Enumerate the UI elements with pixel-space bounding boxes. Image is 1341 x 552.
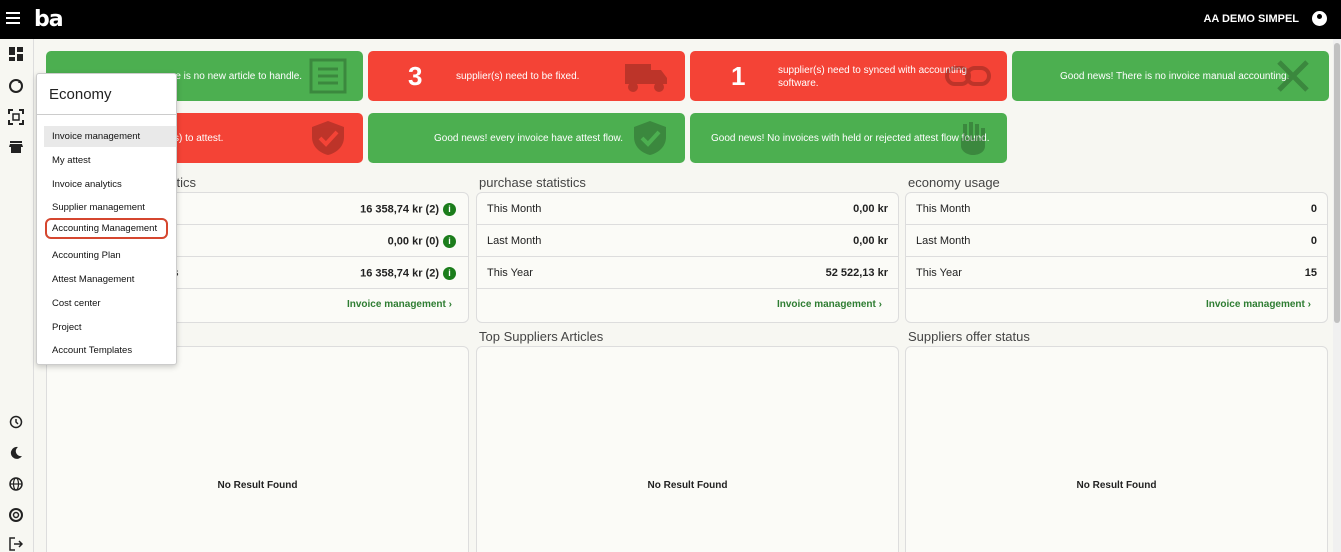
card-text: Good news! There is no invoice manual ac… — [1060, 71, 1290, 82]
dashboard-icon[interactable] — [7, 47, 25, 65]
globe-icon[interactable] — [7, 477, 25, 495]
history-icon[interactable] — [7, 415, 25, 433]
scrollbar-thumb[interactable] — [1334, 43, 1340, 323]
card-text: re is no new article to handle. — [172, 71, 303, 82]
stats-value: 0,00 kr (0) i — [388, 235, 456, 248]
menu-icon[interactable] — [6, 12, 20, 26]
chevron-right-icon: › — [1307, 299, 1311, 310]
purchase-stats-title: purchase statistics — [479, 175, 586, 190]
invoice-management-link[interactable]: Invoice management › — [347, 299, 452, 310]
stats-label: This Year — [487, 267, 533, 279]
menu-item-project[interactable]: Project — [44, 317, 176, 338]
sync-icon[interactable] — [7, 78, 25, 96]
held-rejected-card[interactable]: Good news! No invoices with held or reje… — [690, 113, 1007, 163]
top-suppliers-title: Top Suppliers Articles — [479, 329, 604, 344]
chevron-right-icon: › — [878, 299, 882, 310]
stats-value: 0,00 kr — [853, 235, 888, 247]
stats-row: This Month 0,00 kr — [477, 193, 898, 225]
stats-row: Last Month 0,00 kr — [477, 225, 898, 257]
logout-icon[interactable] — [7, 537, 25, 552]
stats-label: This Month — [487, 203, 542, 215]
stats-label: This Year — [916, 267, 962, 279]
menu-item-my-attest[interactable]: My attest — [44, 150, 176, 171]
attest-flow-card[interactable]: Good news! every invoice have attest flo… — [368, 113, 685, 163]
stats-row: Last Month 0 — [906, 225, 1327, 257]
stats-row: This Year 52 522,13 kr — [477, 257, 898, 289]
economy-usage-panel: This Month 0 Last Month 0 This Year 15 I… — [905, 192, 1328, 323]
no-result-text: No Result Found — [217, 480, 298, 491]
card-text: Good news! every invoice have attest flo… — [434, 133, 623, 144]
link-icon — [945, 66, 991, 86]
left-sidebar — [0, 39, 34, 552]
stats-value: 0,00 kr — [853, 203, 888, 215]
menu-item-invoice-analytics[interactable]: Invoice analytics — [44, 174, 176, 195]
support-icon[interactable] — [7, 508, 25, 526]
tools-icon — [1277, 60, 1309, 92]
purchase-stats-panel: This Month 0,00 kr Last Month 0,00 kr Th… — [476, 192, 899, 323]
menu-item-cost-center[interactable]: Cost center — [44, 293, 176, 314]
menu-item-supplier-management[interactable]: Supplier management — [44, 197, 176, 218]
divider — [37, 114, 176, 115]
suppliers-offer-title: Suppliers offer status — [908, 329, 1030, 344]
info-icon[interactable]: i — [443, 203, 456, 216]
user-icon[interactable] — [1312, 11, 1327, 26]
shield-check-icon — [312, 121, 344, 155]
scrollbar[interactable] — [1333, 39, 1341, 552]
dropdown-title: Economy — [49, 86, 112, 103]
menu-item-accounting-management[interactable]: Accounting Management — [45, 218, 168, 239]
shield-check-icon — [634, 121, 666, 155]
card-text: supplier(s) need to be fixed. — [456, 71, 580, 82]
store-icon[interactable] — [7, 140, 25, 158]
stats-value: 16 358,74 kr (2) i — [360, 267, 456, 280]
stats-value: 15 — [1304, 267, 1317, 279]
stats-value: 0 — [1310, 203, 1317, 215]
card-text: s) to attest. — [174, 133, 224, 144]
invoice-management-link[interactable]: Invoice management › — [1206, 299, 1311, 310]
suppliers-offer-panel: No Result Found — [905, 346, 1328, 552]
stats-value: 52 522,13 kr — [825, 267, 888, 279]
economy-usage-title: economy usage — [908, 175, 1000, 190]
stats-label: This Month — [916, 203, 971, 215]
top-bar: ba AA DEMO SIMPEL — [0, 0, 1341, 39]
moon-icon[interactable] — [7, 446, 25, 464]
company-name[interactable]: AA DEMO SIMPEL — [1203, 13, 1299, 25]
menu-item-account-templates[interactable]: Account Templates — [44, 340, 176, 361]
card-number: 3 — [408, 61, 423, 91]
truck-icon — [625, 64, 667, 92]
supplier-fix-card[interactable]: 3 supplier(s) need to be fixed. — [368, 51, 685, 101]
chevron-right-icon: › — [448, 299, 452, 310]
stats-label: Last Month — [487, 235, 542, 247]
menu-item-invoice-management[interactable]: Invoice management — [44, 126, 176, 147]
app-logo[interactable]: ba — [34, 7, 64, 32]
stats-label: Last Month — [916, 235, 971, 247]
menu-item-accounting-plan[interactable]: Accounting Plan — [44, 245, 176, 266]
card-text: Good news! No invoices with held or reje… — [711, 133, 990, 144]
bottom-panel-left: No Result Found — [46, 346, 469, 552]
list-icon — [309, 58, 347, 94]
hand-icon — [961, 122, 985, 155]
stats-value: 16 358,74 kr (2) i — [360, 203, 456, 216]
invoice-management-link[interactable]: Invoice management › — [777, 299, 882, 310]
no-result-text: No Result Found — [647, 480, 728, 491]
card-number: 1 — [731, 61, 746, 91]
scan-icon[interactable] — [7, 109, 25, 127]
no-result-text: No Result Found — [1076, 480, 1157, 491]
info-icon[interactable]: i — [443, 235, 456, 248]
manual-accounting-card[interactable]: Good news! There is no invoice manual ac… — [1012, 51, 1329, 101]
economy-dropdown: Economy Invoice management My attest Inv… — [36, 73, 177, 365]
stats-row: This Year 15 — [906, 257, 1327, 289]
stats-row: This Month 0 — [906, 193, 1327, 225]
info-icon[interactable]: i — [443, 267, 456, 280]
stats-value: 0 — [1310, 235, 1317, 247]
top-suppliers-panel: No Result Found — [476, 346, 899, 552]
supplier-sync-card[interactable]: 1 supplier(s) need to synced with accoun… — [690, 51, 1007, 101]
menu-item-attest-management[interactable]: Attest Management — [44, 269, 176, 290]
